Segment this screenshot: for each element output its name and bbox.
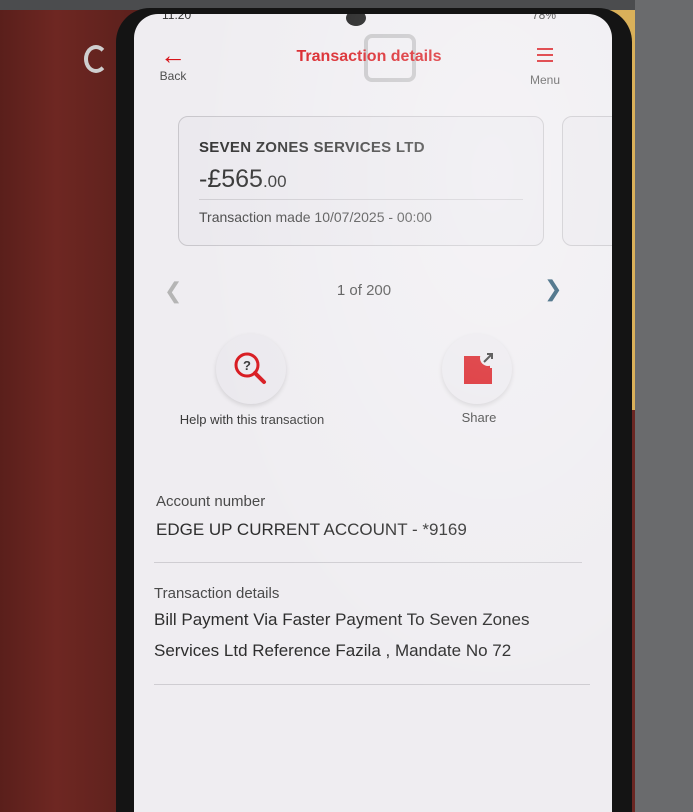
merchant-name: SEVEN ZONES SERVICES LTD [199,139,425,156]
chevron-left-icon[interactable]: ❮ [164,278,182,304]
transaction-details-value: Bill Payment Via Faster Payment To Seven… [154,610,530,660]
account-number-value: EDGE UP CURRENT ACCOUNT - *9169 [156,520,467,539]
status-bar: 11:20 78% [134,14,612,28]
amount-main: -£565 [199,165,263,193]
transaction-amount: -£565.00 [199,165,287,194]
battery-level: 78% [531,14,556,22]
section-divider [154,684,590,685]
photo-background-right [635,0,693,812]
back-arrow-icon: ← [160,40,186,70]
share-label: Share [461,410,497,425]
share-button[interactable] [442,334,512,404]
chevron-right-icon[interactable]: ❯ [544,276,562,302]
pager-position: 1 of 200 [336,282,392,299]
transaction-card[interactable]: SEVEN ZONES SERVICES LTD -£565.00 Transa… [178,116,544,246]
account-number-label: Account number [156,493,266,510]
help-button[interactable]: ? [216,334,286,404]
svg-text:?: ? [243,358,251,373]
section-divider [154,562,582,563]
back-button[interactable]: ← Back [148,42,198,88]
page-title: Transaction details [296,48,442,65]
amount-pence: .00 [262,172,287,191]
menu-icon [537,48,553,62]
menu-label: Menu [529,73,561,87]
help-label: Help with this transaction [179,412,325,427]
share-icon [464,350,496,384]
back-label: Back [159,69,187,83]
wallet-clasp [84,45,108,73]
transaction-details-label: Transaction details [154,585,280,602]
help-search-icon: ? [234,352,266,384]
menu-button[interactable]: Menu [520,44,570,90]
phone-screen: 11:20 78% ← Back Transaction details Men… [134,14,612,812]
next-transaction-card[interactable] [562,116,612,246]
status-time: 11:20 [162,14,192,22]
card-divider [199,199,523,200]
transaction-date: Transaction made 10/07/2025 - 00:00 [199,209,432,225]
